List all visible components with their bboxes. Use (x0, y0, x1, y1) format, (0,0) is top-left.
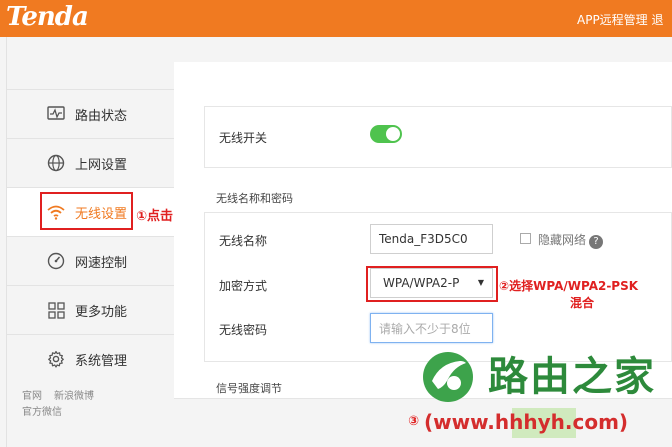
password-input[interactable]: 请输入不少于8位 (370, 313, 493, 343)
hide-network-label: 隐藏网络? (538, 231, 604, 249)
annotation-step3: ③ (408, 414, 420, 429)
top-bar: Tenda APP远程管理 退 (0, 0, 672, 37)
annotation-highlight-encryption (366, 266, 498, 302)
weibo-link[interactable]: 新浪微博 (54, 387, 94, 402)
encryption-label: 加密方式 (219, 279, 268, 293)
gear-icon (45, 348, 67, 370)
sidebar-item-router-status[interactable]: 路由状态 (7, 90, 175, 138)
grid-icon (45, 299, 67, 321)
wechat-link[interactable]: 官方微信 (22, 403, 62, 418)
toggle-knob (386, 127, 400, 141)
globe-icon (45, 152, 67, 174)
hide-network-text: 隐藏网络 (538, 233, 587, 247)
annotation-step1: ①点击 (136, 209, 174, 224)
wireless-switch-card (204, 106, 672, 168)
tenda-logo[interactable]: Tenda (6, 2, 89, 32)
wireless-switch-label: 无线开关 (219, 131, 268, 145)
speed-gauge-icon (45, 250, 67, 272)
sidebar-item-label: 上网设置 (75, 157, 128, 173)
annotation-step2-line2: 混合 (570, 296, 595, 310)
signal-section-title: 信号强度调节 (216, 382, 282, 395)
sidebar-item-label: 路由状态 (75, 108, 128, 124)
ssid-input[interactable]: Tenda_F3D5C0 (370, 224, 493, 254)
watermark-name: 路由之家 (488, 354, 656, 400)
help-icon[interactable]: ? (589, 235, 604, 249)
sidebar-item-system-management[interactable]: 系统管理 (7, 335, 175, 383)
sidebar: 路由状态 上网设置 无线设置 网速控制 更多功能 系统管理 官网 新浪微博 官方… (6, 37, 175, 447)
password-label: 无线密码 (219, 323, 268, 337)
sidebar-item-label: 系统管理 (75, 353, 128, 369)
sidebar-item-speed-control[interactable]: 网速控制 (7, 237, 175, 285)
watermark-logo-icon (418, 345, 478, 405)
hide-network-checkbox[interactable] (520, 233, 531, 244)
monitor-pulse-icon (45, 103, 67, 125)
annotation-step2-line1: ②选择WPA/WPA2-PSK (499, 279, 639, 293)
sidebar-item-label: 更多功能 (75, 304, 128, 320)
ssid-label: 无线名称 (219, 234, 268, 248)
sidebar-item-more-features[interactable]: 更多功能 (7, 286, 175, 334)
official-site-link[interactable]: 官网 (22, 387, 42, 402)
watermark-url: (www.hhhyh.com) (424, 410, 629, 434)
sidebar-item-internet-settings[interactable]: 上网设置 (7, 139, 175, 187)
annotation-highlight-wireless (40, 192, 133, 230)
app-remote-management-link[interactable]: APP远程管理 退 (577, 11, 664, 28)
wireless-switch-toggle[interactable] (370, 125, 402, 143)
sidebar-item-label: 网速控制 (75, 255, 128, 271)
ssid-section-title: 无线名称和密码 (216, 192, 293, 205)
